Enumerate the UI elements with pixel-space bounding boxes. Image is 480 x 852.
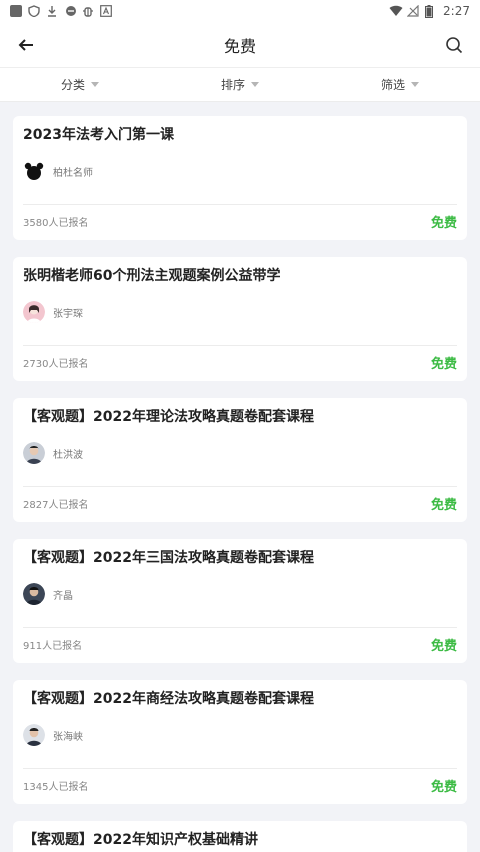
course-title: 2023年法考入门第一课 xyxy=(23,127,174,143)
avatar xyxy=(23,724,45,746)
course-card[interactable]: 2023年法考入门第一课 柏杜名师 3580人已报名 免费 xyxy=(13,116,467,240)
battery-icon xyxy=(425,5,437,18)
course-title: 张明楷老师60个刑法主观题案例公益带学 xyxy=(23,268,281,284)
no-signal-icon xyxy=(406,4,419,17)
status-bar: 2:27 xyxy=(0,0,480,22)
filter-screen[interactable]: 筛选 xyxy=(320,76,480,93)
course-title: 【客观题】2022年理论法攻略真题卷配套课程 xyxy=(23,409,314,425)
app-notification-icon xyxy=(10,5,22,17)
enrolled-count: 1345人已报名 xyxy=(23,782,89,793)
teacher-name: 柏杜名师 xyxy=(53,167,93,179)
avatar xyxy=(23,583,45,605)
filter-category-label: 分类 xyxy=(60,78,85,92)
teacher-row: 张海峡 xyxy=(23,724,457,746)
price-label: 免费 xyxy=(430,639,457,654)
teacher-row: 柏杜名师 xyxy=(23,160,457,182)
filter-bar: 分类 排序 筛选 xyxy=(0,68,480,102)
back-arrow-icon[interactable] xyxy=(14,33,38,57)
enrolled-count: 911人已报名 xyxy=(23,641,83,652)
search-icon[interactable] xyxy=(442,33,466,57)
card-footer: 2730人已报名 免费 xyxy=(23,353,457,372)
download-icon xyxy=(46,5,58,17)
course-card[interactable]: 张明楷老师60个刑法主观题案例公益带学 张宇琛 2730人已报名 免费 xyxy=(13,257,467,381)
divider xyxy=(23,486,457,487)
app-header: 免费 xyxy=(0,22,480,68)
caret-down-icon xyxy=(91,82,99,87)
course-card[interactable]: 【客观题】2022年商经法攻略真题卷配套课程 张海峡 1345人已报名 免费 xyxy=(13,680,467,804)
course-card[interactable]: 【客观题】2022年理论法攻略真题卷配套课程 杜洪波 2827人已报名 免费 xyxy=(13,398,467,522)
wifi-icon xyxy=(389,5,403,17)
avatar xyxy=(23,442,45,464)
divider xyxy=(23,204,457,205)
price-label: 免费 xyxy=(430,216,457,231)
course-title: 【客观题】2022年三国法攻略真题卷配套课程 xyxy=(23,550,314,566)
teacher-name: 张宇琛 xyxy=(53,308,83,320)
divider xyxy=(23,768,457,769)
status-right-icons: 2:27 xyxy=(389,4,470,18)
avatar xyxy=(23,160,45,182)
course-list: 2023年法考入门第一课 柏杜名师 3580人已报名 免费 张明楷老师60个刑法… xyxy=(0,102,480,852)
card-footer: 2827人已报名 免费 xyxy=(23,494,457,513)
price-label: 免费 xyxy=(430,498,457,513)
filter-sort[interactable]: 排序 xyxy=(160,76,320,93)
status-left-icons xyxy=(10,5,112,18)
teacher-name: 张海峡 xyxy=(53,731,83,743)
cloud-icon xyxy=(64,5,76,17)
caret-down-icon xyxy=(411,82,419,87)
filter-screen-label: 筛选 xyxy=(380,78,405,92)
card-footer: 911人已报名 免费 xyxy=(23,635,457,654)
shield-icon xyxy=(28,5,40,18)
teacher-row: 张宇琛 xyxy=(23,301,457,323)
enrolled-count: 3580人已报名 xyxy=(23,218,89,229)
enrolled-count: 2730人已报名 xyxy=(23,359,89,370)
course-title: 【客观题】2022年知识产权基础精讲 xyxy=(23,832,258,848)
card-footer: 1345人已报名 免费 xyxy=(23,776,457,795)
price-label: 免费 xyxy=(430,780,457,795)
card-footer: 3580人已报名 免费 xyxy=(23,212,457,231)
filter-sort-label: 排序 xyxy=(220,78,245,92)
caret-down-icon xyxy=(251,82,259,87)
page-title: 免费 xyxy=(223,36,256,56)
status-time: 2:27 xyxy=(443,4,470,18)
divider xyxy=(23,627,457,628)
price-label: 免费 xyxy=(430,357,457,372)
teacher-row: 杜洪波 xyxy=(23,442,457,464)
a-letter-icon xyxy=(100,5,112,17)
filter-category[interactable]: 分类 xyxy=(0,76,160,93)
teacher-row: 齐晶 xyxy=(23,583,457,605)
course-card[interactable]: 【客观题】2022年知识产权基础精讲 xyxy=(13,821,467,852)
course-title: 【客观题】2022年商经法攻略真题卷配套课程 xyxy=(23,691,314,707)
teacher-name: 齐晶 xyxy=(53,590,73,602)
avatar xyxy=(23,301,45,323)
divider xyxy=(23,345,457,346)
course-card[interactable]: 【客观题】2022年三国法攻略真题卷配套课程 齐晶 911人已报名 免费 xyxy=(13,539,467,663)
bug-icon xyxy=(82,5,94,17)
teacher-name: 杜洪波 xyxy=(53,449,83,461)
enrolled-count: 2827人已报名 xyxy=(23,500,89,511)
